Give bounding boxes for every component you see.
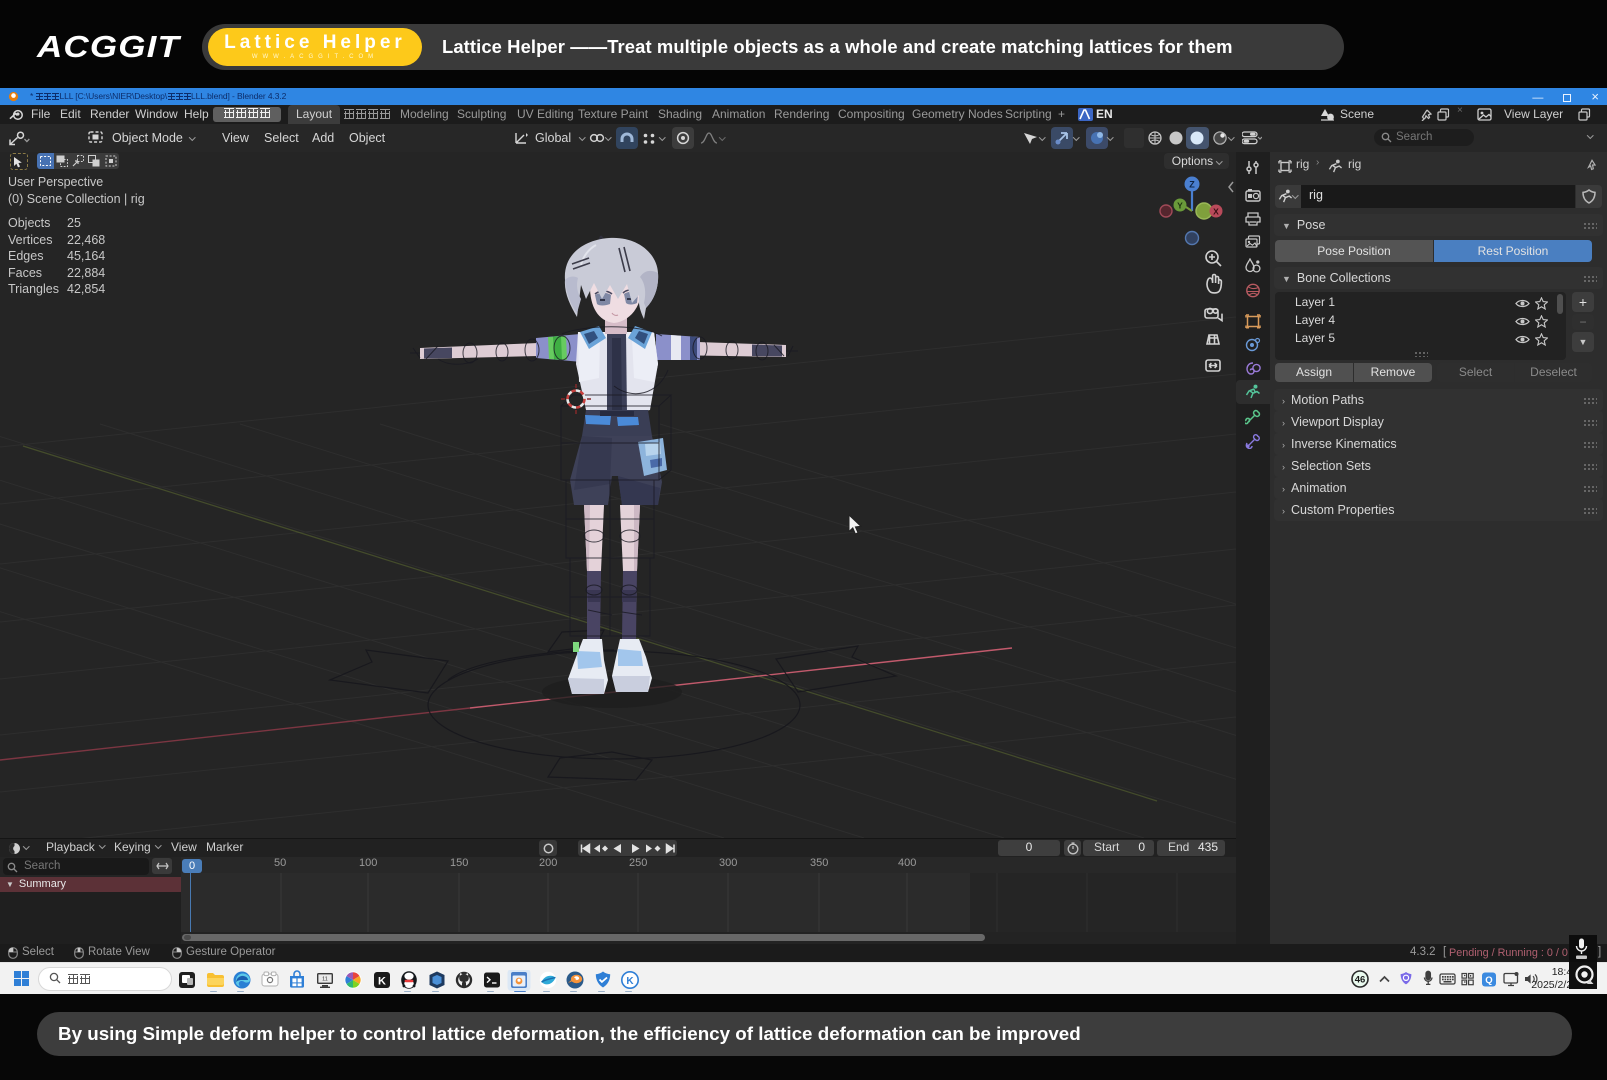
svg-text:Q: Q: [1485, 975, 1492, 986]
svg-text:K: K: [378, 976, 386, 988]
svg-text:K: K: [626, 976, 634, 987]
svg-text:46: 46: [1355, 975, 1366, 986]
svg-text:11: 11: [322, 977, 328, 983]
svg-text:X: X: [1213, 207, 1219, 217]
svg-text:Z: Z: [1189, 180, 1195, 190]
svg-text:Y: Y: [1177, 201, 1183, 211]
